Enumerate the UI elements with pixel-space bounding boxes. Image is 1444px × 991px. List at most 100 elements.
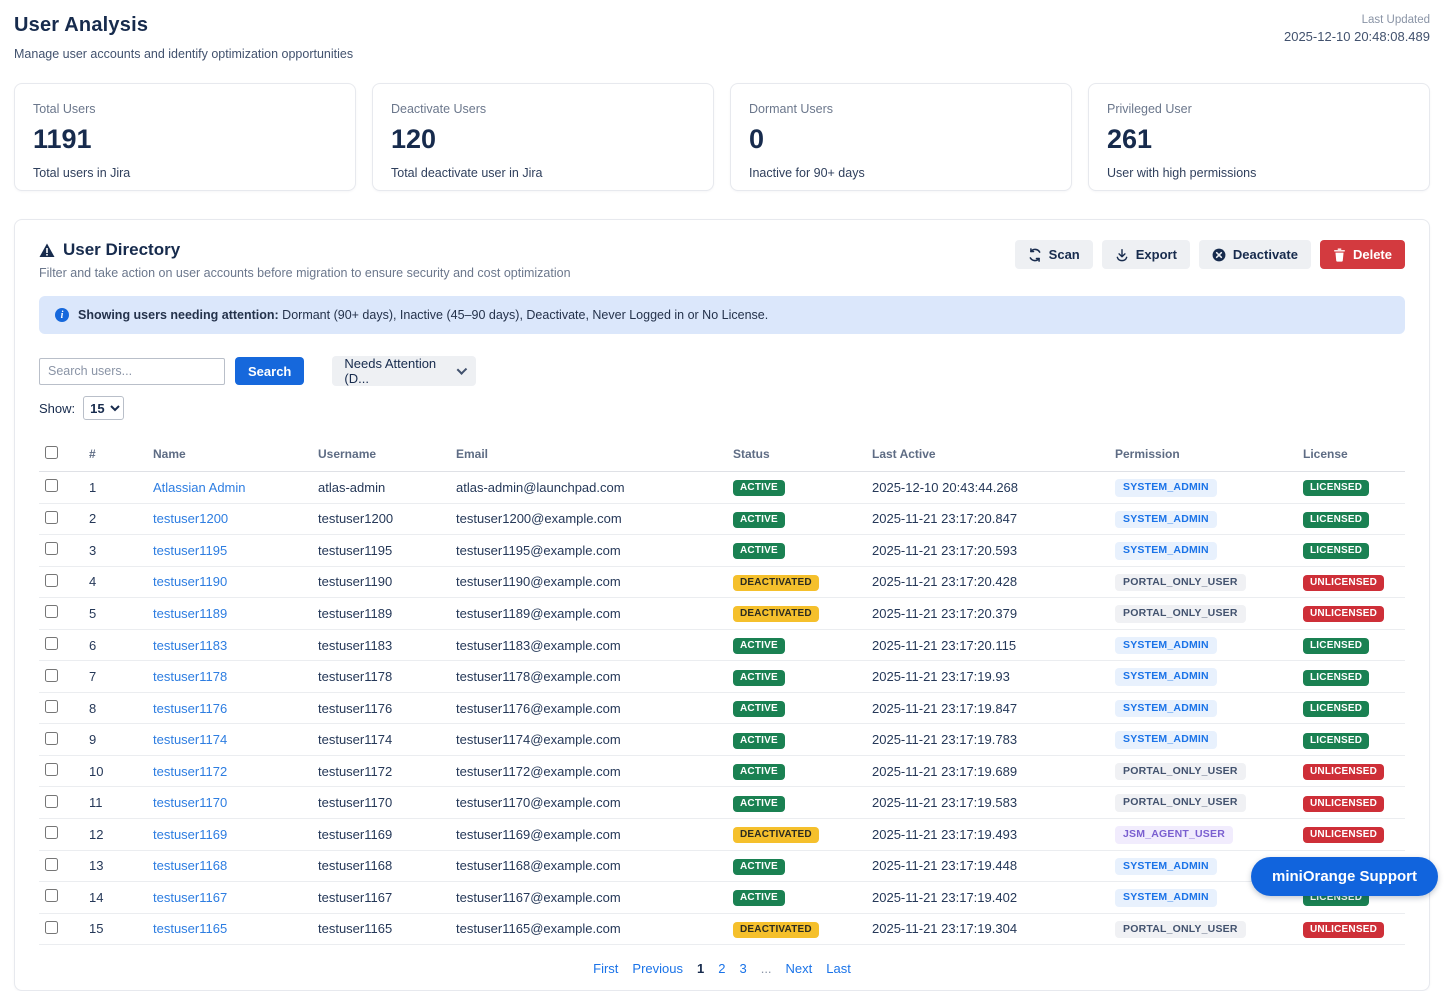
email-cell: testuser1200@example.com: [450, 503, 727, 535]
export-button[interactable]: Export: [1102, 240, 1190, 269]
table-row: 9 testuser1174 testuser1174 testuser1174…: [39, 724, 1405, 756]
scan-button[interactable]: Scan: [1015, 240, 1093, 269]
delete-label: Delete: [1353, 247, 1392, 262]
license-badge: LICENSED: [1303, 638, 1369, 654]
stat-label: Total Users: [33, 102, 337, 116]
row-checkbox[interactable]: [45, 795, 58, 808]
stat-desc: Total users in Jira: [33, 166, 337, 180]
permission-badge: PORTAL_ONLY_USER: [1115, 574, 1246, 592]
select-all-checkbox[interactable]: [45, 446, 58, 459]
user-name-link[interactable]: testuser1167: [153, 890, 227, 905]
row-number: 14: [83, 882, 147, 914]
section-subtitle: Filter and take action on user accounts …: [39, 266, 571, 280]
banner-bold-text: Showing users needing attention:: [78, 308, 279, 322]
user-name-link[interactable]: testuser1176: [153, 701, 227, 716]
pagination-page-2[interactable]: 2: [718, 961, 725, 976]
page-size-select[interactable]: 15: [83, 396, 124, 420]
user-name-link[interactable]: testuser1178: [153, 669, 227, 684]
delete-button[interactable]: Delete: [1320, 240, 1405, 269]
row-checkbox[interactable]: [45, 889, 58, 902]
col-header-license: License: [1297, 440, 1405, 472]
username-cell: testuser1170: [312, 787, 450, 819]
pagination-page-3[interactable]: 3: [739, 961, 746, 976]
user-name-link[interactable]: testuser1190: [153, 574, 227, 589]
row-checkbox[interactable]: [45, 732, 58, 745]
username-cell: testuser1189: [312, 598, 450, 630]
user-name-link[interactable]: testuser1183: [153, 638, 227, 653]
pagination-first[interactable]: First: [593, 961, 618, 976]
status-badge: DEACTIVATED: [733, 606, 819, 622]
user-name-link[interactable]: testuser1195: [153, 543, 227, 558]
row-checkbox[interactable]: [45, 858, 58, 871]
row-checkbox[interactable]: [45, 511, 58, 524]
last-active-cell: 2025-11-21 23:17:19.402: [866, 882, 1109, 914]
pagination-last[interactable]: Last: [826, 961, 851, 976]
stat-desc: Inactive for 90+ days: [749, 166, 1053, 180]
user-name-link[interactable]: Atlassian Admin: [153, 480, 246, 495]
row-checkbox[interactable]: [45, 542, 58, 555]
search-input[interactable]: [39, 358, 225, 385]
license-badge: UNLICENSED: [1303, 606, 1384, 622]
user-name-link[interactable]: testuser1170: [153, 795, 227, 810]
user-table: # Name Username Email Status Last Active…: [39, 440, 1405, 945]
stat-value: 1191: [33, 124, 337, 155]
row-checkbox[interactable]: [45, 826, 58, 839]
pagination-ellipsis: ...: [761, 961, 772, 976]
pagination-page-1[interactable]: 1: [697, 961, 704, 976]
row-checkbox[interactable]: [45, 574, 58, 587]
table-row: 3 testuser1195 testuser1195 testuser1195…: [39, 535, 1405, 567]
last-active-cell: 2025-11-21 23:17:19.304: [866, 913, 1109, 945]
row-checkbox[interactable]: [45, 479, 58, 492]
user-name-link[interactable]: testuser1174: [153, 732, 227, 747]
filter-dropdown[interactable]: Needs Attention (D...: [332, 356, 476, 386]
user-name-link[interactable]: testuser1189: [153, 606, 227, 621]
refresh-icon: [1028, 248, 1042, 262]
user-name-link[interactable]: testuser1200: [153, 511, 228, 526]
user-name-link[interactable]: testuser1168: [153, 858, 227, 873]
row-number: 6: [83, 629, 147, 661]
row-number: 11: [83, 787, 147, 819]
username-cell: testuser1169: [312, 819, 450, 851]
stat-value: 261: [1107, 124, 1411, 155]
table-row: 12 testuser1169 testuser1169 testuser116…: [39, 819, 1405, 851]
x-circle-icon: [1212, 248, 1226, 262]
row-checkbox[interactable]: [45, 921, 58, 934]
row-checkbox[interactable]: [45, 669, 58, 682]
row-checkbox[interactable]: [45, 700, 58, 713]
col-header-last-active: Last Active: [866, 440, 1109, 472]
stat-label: Deactivate Users: [391, 102, 695, 116]
username-cell: testuser1200: [312, 503, 450, 535]
row-number: 8: [83, 692, 147, 724]
pagination-previous[interactable]: Previous: [632, 961, 683, 976]
status-badge: ACTIVE: [733, 670, 785, 686]
last-updated-value: 2025-12-10 20:48:08.489: [1284, 29, 1430, 44]
last-active-cell: 2025-11-21 23:17:20.379: [866, 598, 1109, 630]
email-cell: testuser1183@example.com: [450, 629, 727, 661]
stat-label: Privileged User: [1107, 102, 1411, 116]
row-checkbox[interactable]: [45, 763, 58, 776]
permission-badge: SYSTEM_ADMIN: [1115, 889, 1217, 907]
last-active-cell: 2025-11-21 23:17:19.583: [866, 787, 1109, 819]
trash-icon: [1333, 248, 1346, 262]
search-button[interactable]: Search: [235, 357, 304, 385]
page-header: User Analysis Manage user accounts and i…: [14, 14, 1430, 61]
col-header-email: Email: [450, 440, 727, 472]
row-number: 1: [83, 472, 147, 504]
table-row: 6 testuser1183 testuser1183 testuser1183…: [39, 629, 1405, 661]
row-checkbox[interactable]: [45, 605, 58, 618]
row-number: 12: [83, 819, 147, 851]
status-badge: DEACTIVATED: [733, 922, 819, 938]
user-name-link[interactable]: testuser1169: [153, 827, 227, 842]
user-name-link[interactable]: testuser1172: [153, 764, 227, 779]
table-row: 4 testuser1190 testuser1190 testuser1190…: [39, 566, 1405, 598]
pagination-next[interactable]: Next: [786, 961, 813, 976]
email-cell: testuser1176@example.com: [450, 692, 727, 724]
permission-badge: SYSTEM_ADMIN: [1115, 668, 1217, 686]
row-checkbox[interactable]: [45, 637, 58, 650]
miniorange-support-button[interactable]: miniOrange Support: [1251, 857, 1438, 896]
page-subtitle: Manage user accounts and identify optimi…: [14, 47, 353, 61]
user-name-link[interactable]: testuser1165: [153, 921, 227, 936]
deactivate-button[interactable]: Deactivate: [1199, 240, 1311, 269]
table-row: 2 testuser1200 testuser1200 testuser1200…: [39, 503, 1405, 535]
username-cell: testuser1178: [312, 661, 450, 693]
